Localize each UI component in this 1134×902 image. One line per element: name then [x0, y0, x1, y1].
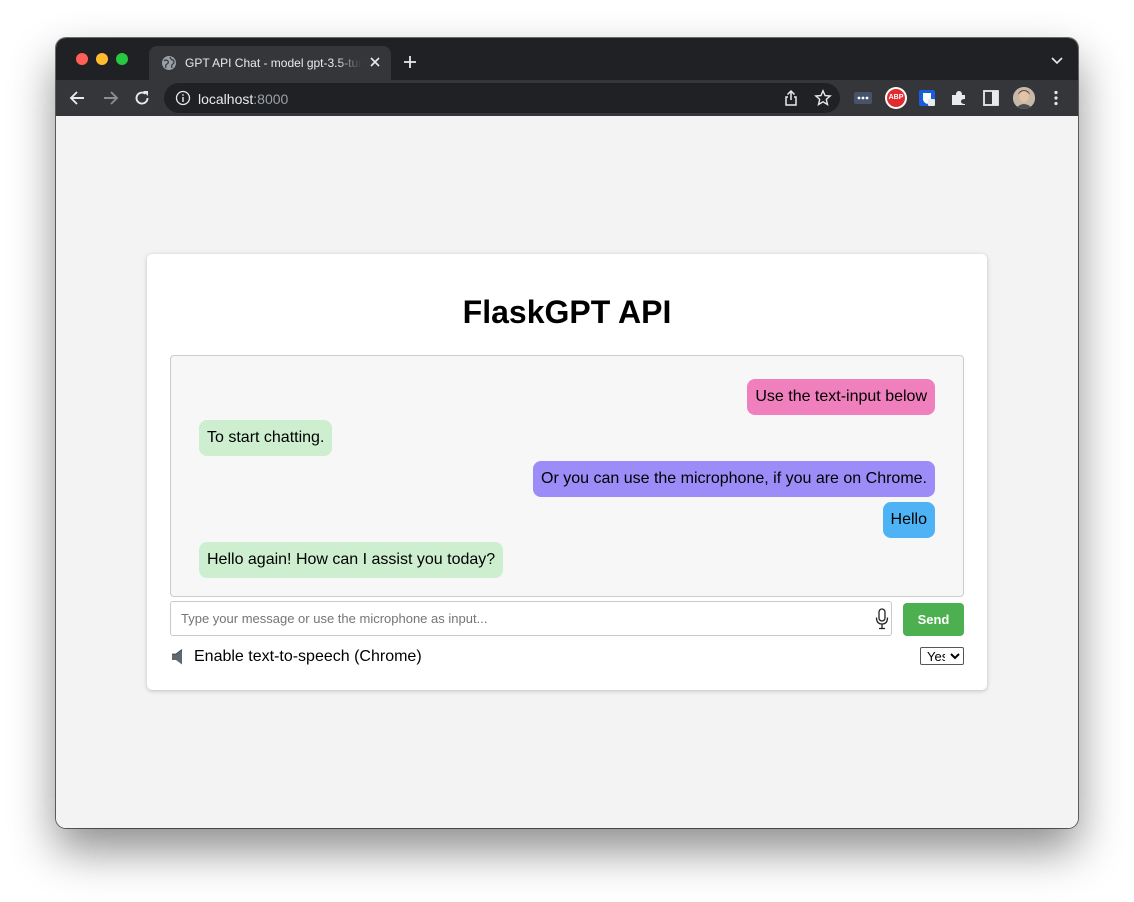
browser-toolbar: localhost:8000 ABP: [56, 80, 1078, 116]
bitwarden-extension-icon[interactable]: [917, 88, 937, 108]
page-viewport: FlaskGPT API Use the text-input below To…: [56, 116, 1078, 828]
tts-select[interactable]: Yes: [920, 647, 964, 665]
profile-photo-icon: [1013, 87, 1035, 109]
profile-avatar[interactable]: [1013, 87, 1035, 109]
url-port: :8000: [253, 91, 289, 107]
message-bubble-bot: Hello again! How can I assist you today?: [199, 542, 504, 578]
message-bubble-user: Hello: [882, 502, 935, 538]
microphone-icon[interactable]: [874, 608, 890, 630]
message-bubble-user: Or you can use the microphone, if you ar…: [533, 461, 935, 497]
back-arrow-icon[interactable]: [68, 88, 88, 108]
zoom-window-button[interactable]: [116, 53, 128, 65]
address-bar[interactable]: localhost:8000: [164, 83, 840, 113]
speaker-icon: [172, 649, 183, 665]
message-input[interactable]: [170, 601, 892, 636]
reload-icon[interactable]: [132, 88, 152, 108]
extensions-puzzle-icon[interactable]: [949, 88, 969, 108]
close-window-button[interactable]: [76, 53, 88, 65]
adblock-plus-icon[interactable]: ABP: [885, 87, 907, 109]
send-button[interactable]: Send: [903, 603, 964, 636]
share-icon[interactable]: [782, 89, 800, 107]
close-tab-icon[interactable]: [367, 54, 383, 70]
adblock-plus-badge: ABP: [887, 89, 905, 107]
url-text: localhost:8000: [198, 91, 288, 107]
forward-arrow-icon[interactable]: [100, 88, 120, 108]
side-panel-icon[interactable]: [981, 88, 1001, 108]
chat-card: FlaskGPT API Use the text-input below To…: [147, 254, 987, 690]
password-manager-extension-icon[interactable]: [853, 88, 873, 108]
browser-tab[interactable]: GPT API Chat - model gpt-3.5-turbo: [149, 46, 391, 80]
tab-strip: GPT API Chat - model gpt-3.5-turbo: [56, 38, 1078, 80]
new-tab-icon[interactable]: [402, 54, 418, 70]
browser-window: GPT API Chat - model gpt-3.5-turbo local…: [56, 38, 1078, 828]
info-icon[interactable]: [175, 90, 191, 106]
chevron-down-icon[interactable]: [1050, 56, 1064, 66]
kebab-menu-icon[interactable]: [1046, 88, 1066, 108]
tts-label: Enable text-to-speech (Chrome): [194, 648, 422, 665]
message-bubble-user: Use the text-input below: [747, 379, 935, 415]
tab-title: GPT API Chat - model gpt-3.5-turbo: [185, 56, 361, 70]
chat-log[interactable]: Use the text-input below To start chatti…: [170, 355, 964, 597]
url-host: localhost: [198, 91, 254, 107]
bookmark-star-icon[interactable]: [814, 89, 832, 107]
globe-icon: [162, 56, 176, 70]
message-bubble-bot: To start chatting.: [199, 420, 333, 456]
page-title: FlaskGPT API: [462, 294, 672, 330]
minimize-window-button[interactable]: [96, 53, 108, 65]
